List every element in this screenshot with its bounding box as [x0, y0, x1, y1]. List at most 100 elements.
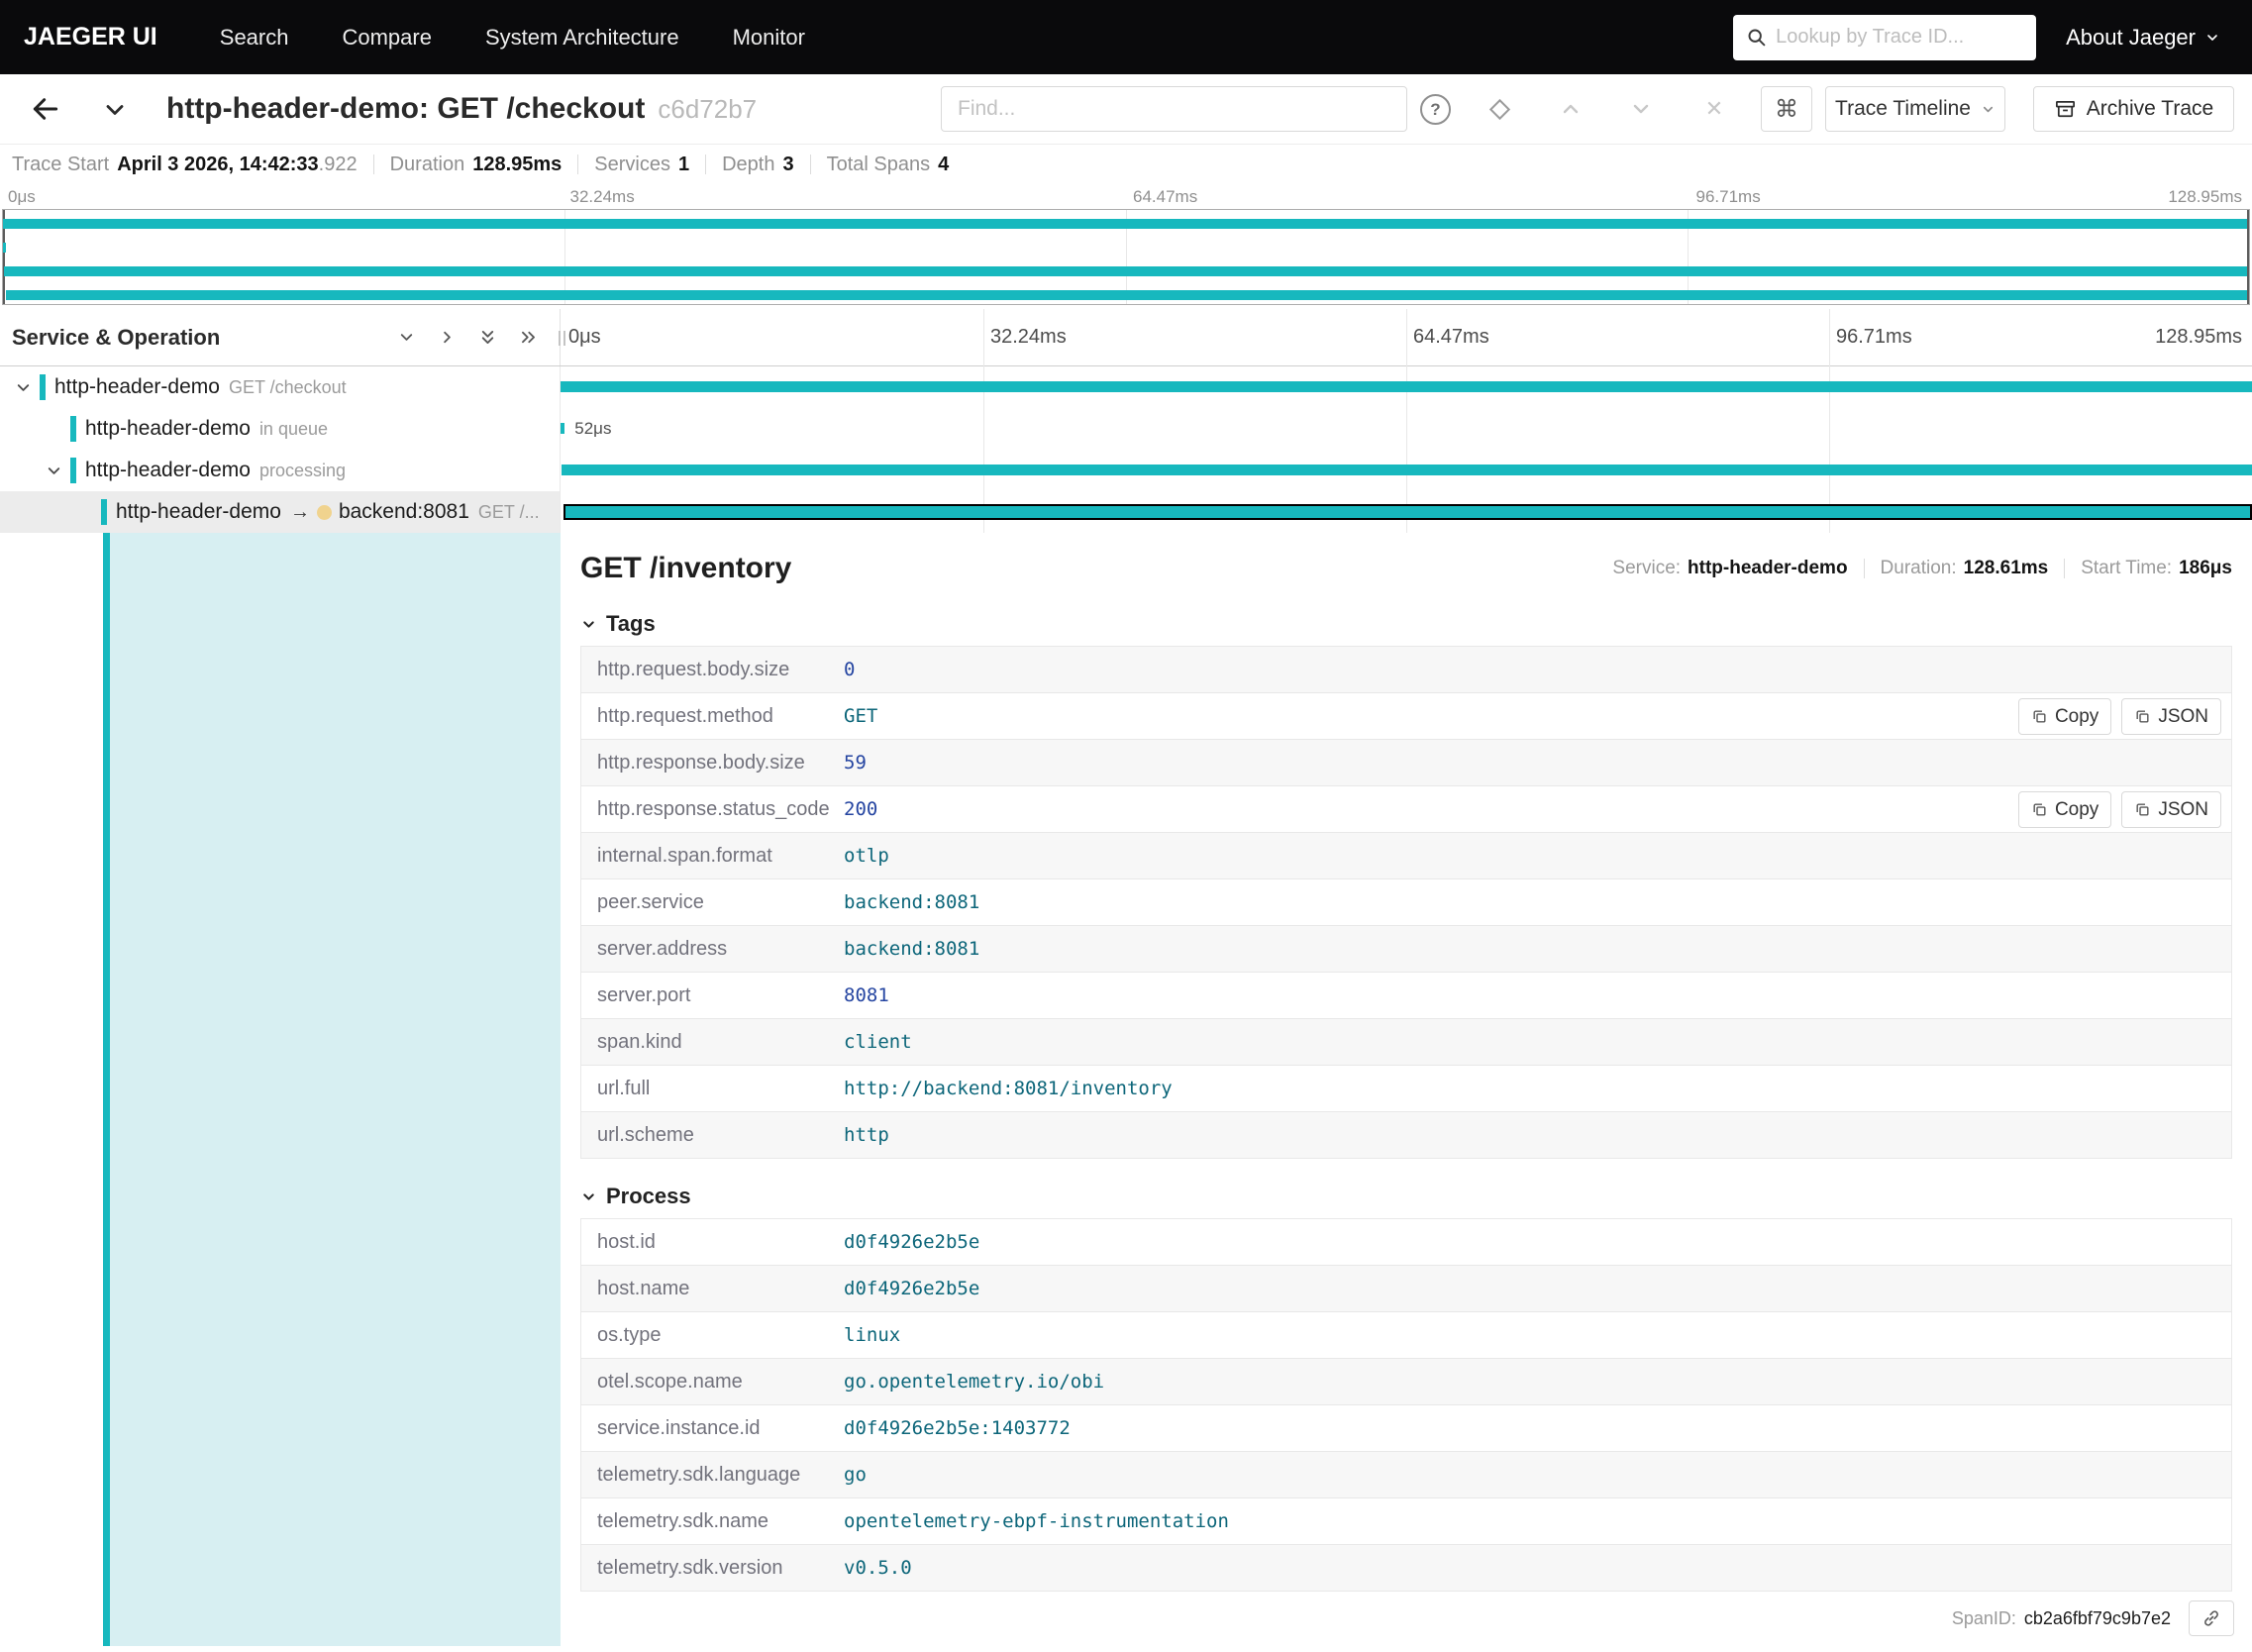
kv-row[interactable]: internal.span.format otlp	[581, 833, 2231, 879]
kv-row[interactable]: service.instance.id d0f4926e2b5e:1403772	[581, 1405, 2231, 1452]
duration-value: 128.95ms	[472, 153, 563, 175]
duration-label: Duration	[389, 153, 465, 175]
collapse-one-button[interactable]	[397, 328, 416, 347]
nav-item-system-architecture[interactable]: System Architecture	[459, 0, 706, 74]
kv-row[interactable]: span.kind client	[581, 1019, 2231, 1066]
kv-actions: Copy JSON	[2017, 698, 2221, 735]
back-button[interactable]	[24, 88, 67, 130]
span-duration-bar[interactable]	[561, 465, 2252, 475]
span-row[interactable]: http-header-demo GET /checkout	[0, 366, 2252, 408]
span-timeline-cell	[561, 450, 2252, 491]
app-brand[interactable]: JAEGER UI	[0, 23, 193, 52]
kv-row[interactable]: http.request.body.size 0	[581, 647, 2231, 693]
span-row[interactable]: http-header-demo → backend:8081 GET /...	[0, 491, 2252, 533]
kv-row[interactable]: peer.service backend:8081	[581, 879, 2231, 926]
kv-row[interactable]: os.type linux	[581, 1312, 2231, 1359]
timeline-minimap[interactable]	[2, 209, 2250, 305]
kv-key: url.scheme	[597, 1123, 694, 1146]
copy-json-button[interactable]: JSON	[2121, 791, 2221, 828]
next-result-button[interactable]	[1623, 91, 1659, 127]
tags-section-toggle[interactable]: Tags	[580, 611, 2232, 636]
chevron-down-icon	[400, 334, 413, 341]
button-label: Copy	[2054, 705, 2099, 727]
diamond-icon[interactable]	[1488, 98, 1511, 121]
prev-result-button[interactable]	[1553, 91, 1588, 127]
span-service-name: http-header-demo	[85, 417, 251, 440]
button-label: JSON	[2158, 705, 2208, 727]
divider	[2064, 559, 2066, 578]
archive-icon	[2055, 100, 2075, 117]
kv-row[interactable]: url.scheme http	[581, 1112, 2231, 1159]
copy-value-button[interactable]: Copy	[2017, 698, 2112, 735]
help-icon[interactable]: ?	[1420, 94, 1451, 125]
span-name-cell[interactable]: http-header-demo processing	[0, 450, 561, 491]
timeline-tick: 96.71ms	[1695, 187, 1761, 206]
span-service-name: http-header-demo	[85, 459, 251, 481]
keyboard-shortcuts-button[interactable]: ⌘	[1761, 86, 1812, 132]
trace-header-collapse-toggle[interactable]	[101, 96, 129, 124]
archive-trace-button[interactable]: Archive Trace	[2033, 86, 2234, 132]
kv-key: url.full	[597, 1077, 651, 1099]
minimap-ticks: 0μs 32.24ms 64.47ms 96.71ms 128.95ms	[0, 184, 2252, 209]
kv-key: host.name	[597, 1277, 690, 1299]
clear-search-button[interactable]: ✕	[1696, 91, 1732, 127]
services-value: 1	[677, 153, 690, 175]
kv-row[interactable]: server.port 8081	[581, 973, 2231, 1019]
column-resizer[interactable]	[554, 331, 569, 346]
span-duration-bar[interactable]	[561, 423, 565, 434]
collapse-all-button[interactable]	[478, 328, 497, 347]
copy-value-button[interactable]: Copy	[2017, 791, 2112, 828]
span-children-toggle[interactable]	[43, 462, 64, 480]
kv-row[interactable]: host.name d0f4926e2b5e	[581, 1266, 2231, 1312]
spanid-value: cb2a6fbf79c9b7e2	[2023, 1607, 2171, 1628]
span-name-cell[interactable]: http-header-demo in queue	[0, 408, 561, 450]
kv-row[interactable]: url.full http://backend:8081/inventory	[581, 1066, 2231, 1112]
kv-row[interactable]: telemetry.sdk.language go	[581, 1452, 2231, 1498]
nav-item-monitor[interactable]: Monitor	[706, 0, 832, 74]
span-duration-bar[interactable]	[563, 504, 2252, 520]
find-input[interactable]	[941, 86, 1407, 132]
kv-key: http.response.body.size	[597, 751, 805, 774]
kv-row[interactable]: otel.scope.name go.opentelemetry.io/obi	[581, 1359, 2231, 1405]
kv-row[interactable]: server.address backend:8081	[581, 926, 2231, 973]
service-label: Service:	[1612, 558, 1682, 578]
trace-lookup[interactable]	[1733, 14, 2037, 60]
span-children-toggle[interactable]	[12, 378, 34, 397]
span-duration-bar[interactable]	[561, 381, 2252, 392]
kv-value: d0f4926e2b5e	[844, 1278, 980, 1299]
span-timeline-cell	[561, 491, 2252, 533]
span-row[interactable]: http-header-demo processing	[0, 450, 2252, 491]
deep-link-button[interactable]	[2189, 1600, 2234, 1636]
copy-json-button[interactable]: JSON	[2121, 698, 2221, 735]
nav-item-compare[interactable]: Compare	[315, 0, 458, 74]
expand-one-button[interactable]	[438, 328, 457, 347]
span-row[interactable]: http-header-demo in queue 52μs	[0, 408, 2252, 450]
kv-key: telemetry.sdk.language	[597, 1463, 801, 1486]
process-table: host.id d0f4926e2b5e host.name d0f4926e2b5e…	[580, 1218, 2232, 1592]
kv-row[interactable]: telemetry.sdk.name opentelemetry-ebpf-ins…	[581, 1498, 2231, 1545]
kv-value: http://backend:8081/inventory	[844, 1078, 1173, 1099]
trace-start-fraction: .922	[318, 153, 358, 175]
nav-item-search[interactable]: Search	[193, 0, 316, 74]
kv-row[interactable]: telemetry.sdk.version v0.5.0	[581, 1545, 2231, 1592]
span-timeline-cell: 52μs	[561, 408, 2252, 450]
kv-value: 59	[844, 752, 867, 774]
process-section-toggle[interactable]: Process	[580, 1184, 2232, 1208]
kv-row[interactable]: http.request.method GET Copy JSON	[581, 693, 2231, 740]
timeline-header: 0μs 32.24ms 64.47ms 96.71ms 128.95ms	[561, 309, 2252, 365]
span-name-cell[interactable]: http-header-demo GET /checkout	[0, 366, 561, 408]
trace-view-dropdown[interactable]: Trace Timeline	[1825, 86, 2005, 132]
main-nav: Search Compare System Architecture Monitor	[193, 0, 832, 74]
button-label: JSON	[2158, 798, 2208, 820]
about-jaeger-menu[interactable]: About Jaeger	[2066, 25, 2220, 51]
depth-label: Depth	[722, 153, 775, 175]
link-icon	[2204, 1610, 2218, 1626]
start-time-label: Start Time:	[2081, 558, 2173, 578]
kv-key: peer.service	[597, 890, 704, 913]
kv-row[interactable]: http.response.status_code 200 Copy JSON	[581, 786, 2231, 833]
trace-lookup-input[interactable]	[1776, 26, 2024, 49]
expand-all-button[interactable]	[519, 328, 538, 347]
kv-row[interactable]: http.response.body.size 59	[581, 740, 2231, 786]
span-name-cell[interactable]: http-header-demo → backend:8081 GET /...	[0, 491, 561, 533]
kv-row[interactable]: host.id d0f4926e2b5e	[581, 1219, 2231, 1266]
